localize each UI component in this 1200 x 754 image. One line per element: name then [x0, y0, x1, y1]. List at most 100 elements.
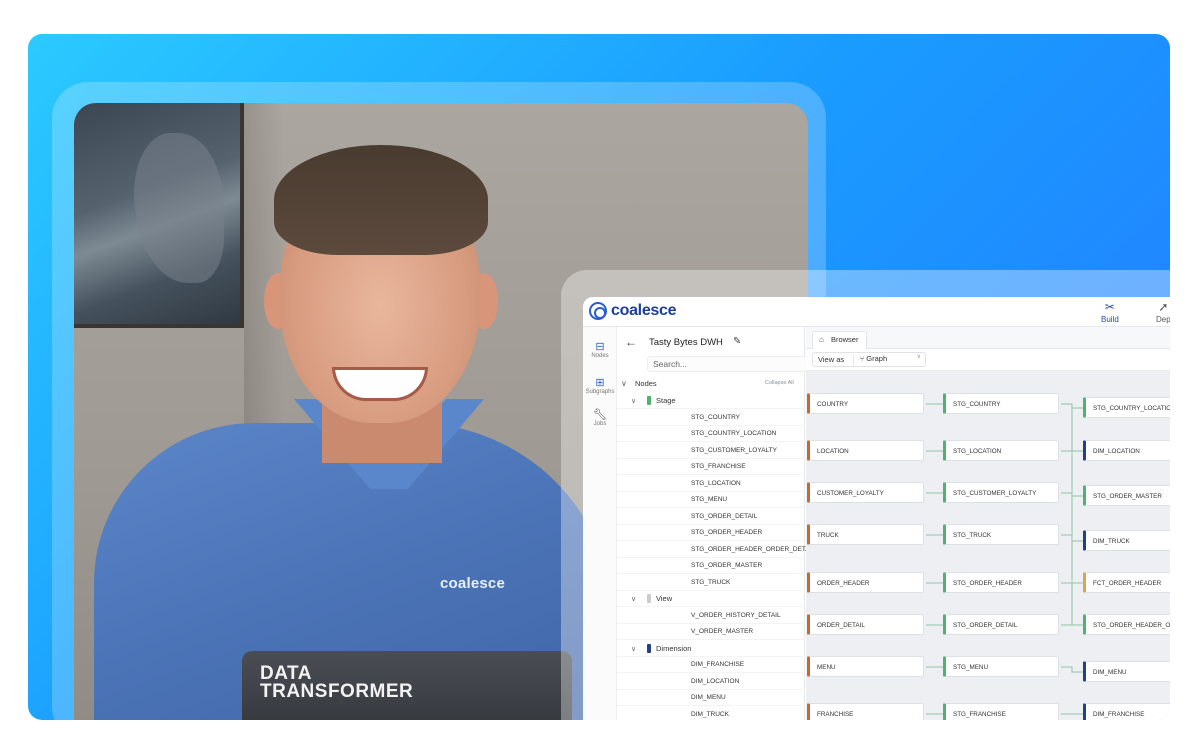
graph-node[interactable]: STG_LOCATION: [943, 440, 1059, 461]
project-header: ← Tasty Bytes DWH ✎: [617, 333, 805, 353]
left-rail: ⊟ Nodes ⊞ Subgraphs 🔧︎ Jobs: [583, 327, 617, 720]
laptop: DATA TRANSFORMER: [242, 651, 572, 720]
node-label: DIM_FRANCHISE: [691, 661, 745, 668]
graph-node[interactable]: DIM_TRUCK: [1083, 530, 1170, 551]
tree-node-item[interactable]: STG_ORDER_HEADER_ORDER_DETAIL: [617, 542, 815, 558]
tree-node-item[interactable]: STG_COUNTRY: [617, 410, 805, 426]
person-hair: [274, 145, 488, 255]
chevron-down-icon: ∨: [621, 379, 627, 388]
node-label: V_ORDER_HISTORY_DETAIL: [691, 611, 781, 619]
graph-node[interactable]: STG_CUSTOMER_LOYALTY: [943, 482, 1059, 503]
graph-node[interactable]: STG_COUNTRY_LOCATION: [1083, 397, 1170, 418]
brand-logo[interactable]: coalesce: [589, 302, 677, 320]
graph-node[interactable]: TRUCK: [807, 524, 924, 545]
graph-node[interactable]: CUSTOMER_LOYALTY: [807, 482, 924, 503]
tree-node-item[interactable]: STG_ORDER_DETAIL: [617, 509, 805, 525]
graph-node[interactable]: MENU: [807, 656, 924, 677]
rail-item-subgraphs[interactable]: ⊞ Subgraphs: [583, 377, 617, 395]
node-label: STG_ORDER_HEADER: [691, 529, 763, 536]
deploy-icon: ➚: [1158, 300, 1169, 314]
node-label: STG_LOCATION: [691, 479, 741, 487]
graph-edge: [1061, 403, 1083, 409]
project-name: Tasty Bytes DWH: [649, 337, 723, 348]
tree-group-dimension[interactable]: ∨ Dimension: [617, 641, 805, 657]
build-button[interactable]: ✂ Build: [1101, 301, 1119, 324]
graph-node[interactable]: STG_ORDER_DETAIL: [943, 614, 1059, 635]
tree-node-item[interactable]: STG_TRUCK: [617, 575, 805, 591]
graph-node[interactable]: STG_ORDER_MASTER: [1083, 485, 1170, 506]
group-label: Dimension: [656, 643, 692, 653]
tree-group-stage[interactable]: ∨ Stage: [617, 393, 805, 409]
chevron-down-icon: ∨: [916, 354, 921, 360]
graph-node[interactable]: DIM_LOCATION: [1083, 440, 1170, 461]
tree-node-item[interactable]: V_ORDER_MASTER: [617, 624, 805, 640]
tree-node-item[interactable]: STG_COUNTRY_LOCATION: [617, 426, 805, 442]
tree-node-item[interactable]: V_ORDER_HISTORY_DETAIL: [617, 608, 805, 624]
app-topbar: coalesce ✂ Build ➚ Dep: [583, 297, 1170, 327]
tree-group-view[interactable]: ∨ View: [617, 591, 805, 607]
wrench-icon: 🔧︎: [593, 409, 607, 421]
home-icon: ⌂: [819, 335, 824, 344]
tree-node-item[interactable]: STG_CUSTOMER_LOYALTY: [617, 443, 805, 459]
graph-node[interactable]: STG_ORDER_HEADER: [943, 572, 1059, 593]
graph-node[interactable]: STG_ORDER_HEADER_ORDER_DETAIL: [1083, 614, 1170, 635]
graph-node[interactable]: STG_COUNTRY: [943, 393, 1059, 414]
tree-node-item[interactable]: STG_ORDER_HEADER: [617, 525, 805, 541]
graph-node[interactable]: DIM_FRANCHISE: [1083, 703, 1170, 720]
tree-node-item[interactable]: DIM_MENU: [617, 690, 805, 706]
tree-root[interactable]: ∨ Nodes Collapse All: [617, 377, 805, 391]
graph-node[interactable]: STG_FRANCHISE: [943, 703, 1059, 720]
tree-node-item[interactable]: STG_ORDER_MASTER: [617, 558, 805, 574]
graph-node[interactable]: FCT_ORDER_HEADER: [1083, 572, 1170, 593]
back-arrow-icon[interactable]: ←: [625, 335, 637, 349]
view-as-select[interactable]: View as ⑂ Graph ∨: [812, 352, 926, 367]
nodes-icon: ⊟: [595, 341, 605, 353]
tree-node-item[interactable]: DIM_TRUCK: [617, 707, 805, 721]
graph-canvas[interactable]: COUNTRY LOCATION CUSTOMER_LOYALTY TRUCK ORDE…: [806, 371, 1170, 720]
group-label: Stage: [656, 396, 676, 405]
app-window: coalesce ✂ Build ➚ Dep ⊟ Nodes ⊞ Subgrap…: [583, 297, 1170, 720]
deploy-label: Dep: [1156, 315, 1170, 324]
graph-node[interactable]: STG_MENU: [943, 656, 1059, 677]
tree-node-item[interactable]: DIM_LOCATION: [617, 674, 805, 690]
brand-name: coalesce: [611, 302, 677, 319]
rail-item-jobs[interactable]: 🔧︎ Jobs: [583, 409, 617, 427]
edit-pencil-icon[interactable]: ✎: [733, 336, 741, 347]
group-color-marker: [647, 396, 651, 405]
node-label: DIM_MENU: [691, 694, 726, 701]
node-label: DIM_TRUCK: [691, 710, 729, 718]
nodes-panel: ← Tasty Bytes DWH ✎ Search... + ∨ Nodes …: [617, 327, 825, 721]
graph-edge: [1061, 407, 1083, 452]
collapse-all-button[interactable]: Collapse All: [765, 380, 794, 386]
tree-node-item[interactable]: STG_FRANCHISE: [617, 459, 805, 475]
graph-node[interactable]: LOCATION: [807, 440, 924, 461]
node-label: STG_ORDER_DETAIL: [691, 512, 758, 520]
graph-node[interactable]: FRANCHISE: [807, 703, 924, 720]
node-label: DIM_LOCATION: [691, 677, 740, 685]
shirt-logo: coalesce: [440, 575, 505, 592]
tab-strip: ⌂ Browser: [806, 327, 1170, 349]
build-label: Build: [1101, 315, 1119, 324]
coalesce-logo-icon: [589, 302, 607, 320]
chevron-down-icon: ∨: [631, 645, 637, 653]
group-color-marker: [647, 594, 651, 603]
tab-browser[interactable]: ⌂ Browser: [812, 331, 868, 349]
node-label: V_ORDER_MASTER: [691, 628, 754, 635]
tree-node-item[interactable]: DIM_FRANCHISE: [617, 657, 805, 673]
graph-node[interactable]: ORDER_DETAIL: [807, 614, 924, 635]
node-label: STG_COUNTRY: [691, 413, 740, 421]
subgraphs-icon: ⊞: [595, 377, 605, 389]
node-label: STG_ORDER_MASTER: [691, 562, 763, 569]
group-label: View: [656, 594, 673, 603]
graph-edge: [1061, 450, 1083, 497]
search-input[interactable]: Search...: [647, 356, 817, 372]
graph-node[interactable]: ORDER_HEADER: [807, 572, 924, 593]
node-label: STG_ORDER_HEADER_ORDER_DETAIL: [691, 545, 816, 553]
graph-node[interactable]: DIM_MENU: [1083, 661, 1170, 682]
graph-node[interactable]: STG_TRUCK: [943, 524, 1059, 545]
deploy-button[interactable]: ➚ Dep: [1156, 301, 1170, 324]
tree-node-item[interactable]: STG_MENU: [617, 492, 805, 508]
rail-item-nodes[interactable]: ⊟ Nodes: [583, 341, 617, 359]
graph-node[interactable]: COUNTRY: [807, 393, 924, 414]
tree-node-item[interactable]: STG_LOCATION: [617, 476, 805, 492]
